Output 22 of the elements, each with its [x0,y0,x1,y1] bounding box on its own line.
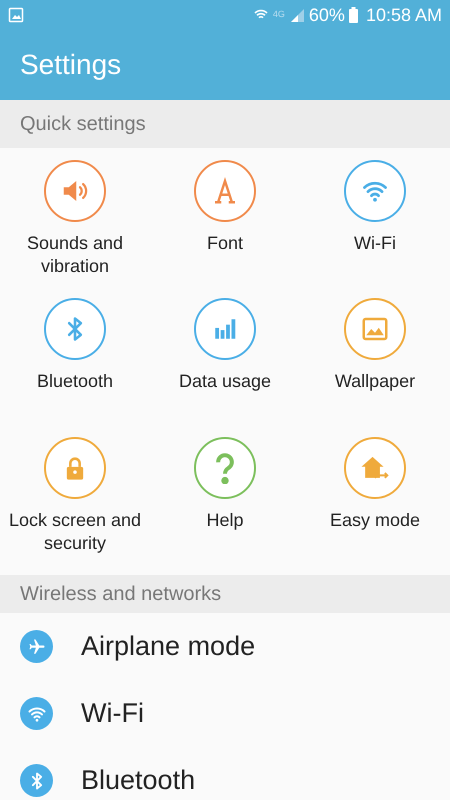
network-type: 4G [272,8,285,22]
quick-setting-tile[interactable]: Bluetooth [0,298,150,432]
quick-setting-tile[interactable]: Sounds and vibration [0,160,150,294]
section-heading: Wireless and networks [20,582,222,607]
settings-list-item[interactable]: Bluetooth [0,747,450,800]
settings-list-item[interactable]: Airplane mode [0,613,450,680]
quick-setting-tile[interactable]: Data usage [150,298,300,432]
quick-setting-tile[interactable]: Lock screen and security [0,436,150,571]
clock: 10:58 AM [366,4,442,26]
airplane-icon [28,638,46,656]
settings-list-item[interactable]: Wi-Fi [0,680,450,747]
quick-setting-tile[interactable]: Easy mode [300,436,450,571]
quick-setting-tile[interactable]: Font [150,160,300,294]
cell-signal-icon [288,7,305,23]
battery-percent: 60% [308,4,345,26]
section-heading: Quick settings [20,112,146,137]
battery-icon [348,7,358,23]
quick-setting-tile[interactable]: Wallpaper [300,298,450,432]
picture-notification-icon [8,7,24,23]
quick-setting-tile[interactable]: Wi-Fi [300,160,450,294]
quick-setting-tile[interactable]: Help [150,436,300,571]
screen-title: Settings [20,48,122,82]
